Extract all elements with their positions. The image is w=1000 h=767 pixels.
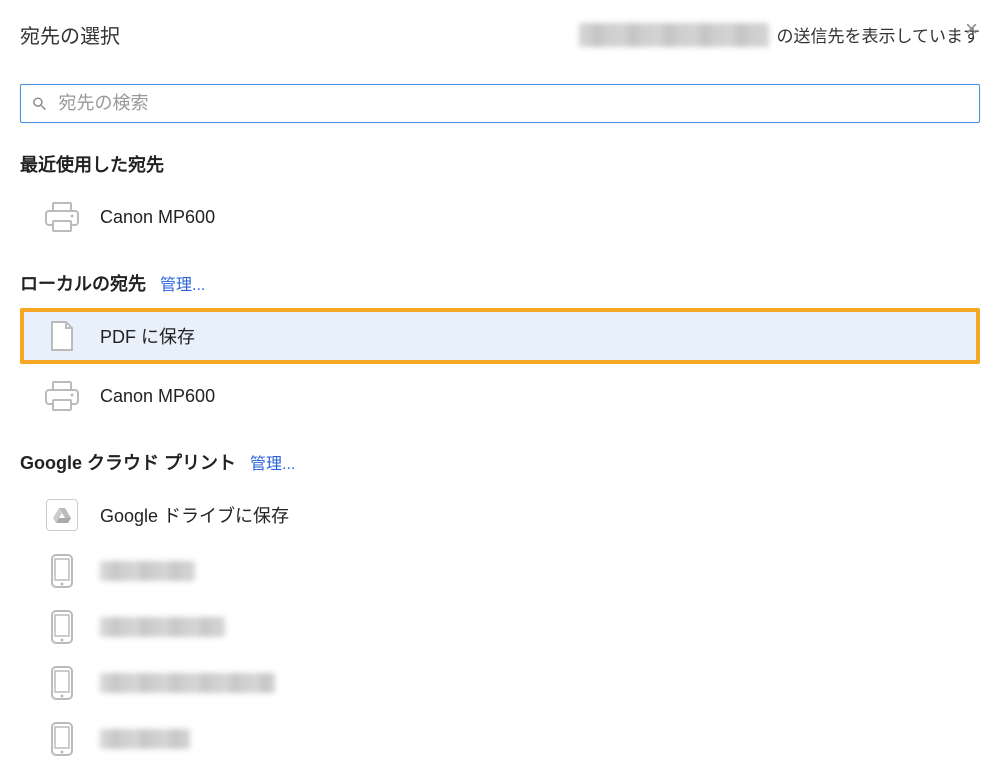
section-cloud: Google クラウド プリント 管理... Google ドライブに保存	[20, 449, 980, 767]
manage-local-link[interactable]: 管理...	[160, 271, 205, 295]
section-title-cloud: Google クラウド プリント	[20, 449, 236, 475]
document-icon	[44, 318, 80, 354]
destination-recent-canon[interactable]: Canon MP600	[20, 189, 980, 245]
redacted-device-label	[100, 561, 195, 581]
section-title-recent: 最近使用した宛先	[20, 151, 164, 177]
printer-icon	[44, 199, 80, 235]
close-icon[interactable]: ×	[965, 18, 978, 40]
search-icon	[31, 95, 48, 113]
printer-icon	[44, 378, 80, 414]
search-box[interactable]	[20, 84, 980, 123]
dialog-header: 宛先の選択 の送信先を表示しています	[20, 20, 980, 49]
destination-label: Canon MP600	[100, 386, 215, 407]
destination-device-4[interactable]	[20, 711, 980, 767]
subtitle-wrap: の送信先を表示しています	[579, 22, 981, 47]
subtitle-suffix: の送信先を表示しています	[777, 22, 981, 47]
destination-device-1[interactable]	[20, 543, 980, 599]
section-recent: 最近使用した宛先 Canon MP600	[20, 151, 980, 245]
redacted-device-label	[100, 729, 190, 749]
destination-label: PDF に保存	[100, 323, 195, 349]
redacted-device-label	[100, 673, 275, 693]
destination-label: Google ドライブに保存	[100, 502, 289, 528]
manage-cloud-link[interactable]: 管理...	[250, 450, 295, 474]
section-title-local: ローカルの宛先	[20, 270, 146, 296]
destination-google-drive[interactable]: Google ドライブに保存	[20, 487, 980, 543]
drive-icon	[44, 497, 80, 533]
phone-icon	[44, 609, 80, 645]
section-local: ローカルの宛先 管理... PDF に保存 Canon MP600	[20, 270, 980, 424]
destination-label: Canon MP600	[100, 207, 215, 228]
destination-device-2[interactable]	[20, 599, 980, 655]
search-input[interactable]	[58, 93, 969, 114]
phone-icon	[44, 665, 80, 701]
phone-icon	[44, 721, 80, 757]
destination-pdf-save[interactable]: PDF に保存	[20, 308, 980, 364]
dialog-title: 宛先の選択	[20, 20, 120, 49]
destination-local-canon[interactable]: Canon MP600	[20, 368, 980, 424]
phone-icon	[44, 553, 80, 589]
redacted-device-label	[100, 617, 225, 637]
destination-device-3[interactable]	[20, 655, 980, 711]
redacted-account	[579, 23, 769, 47]
